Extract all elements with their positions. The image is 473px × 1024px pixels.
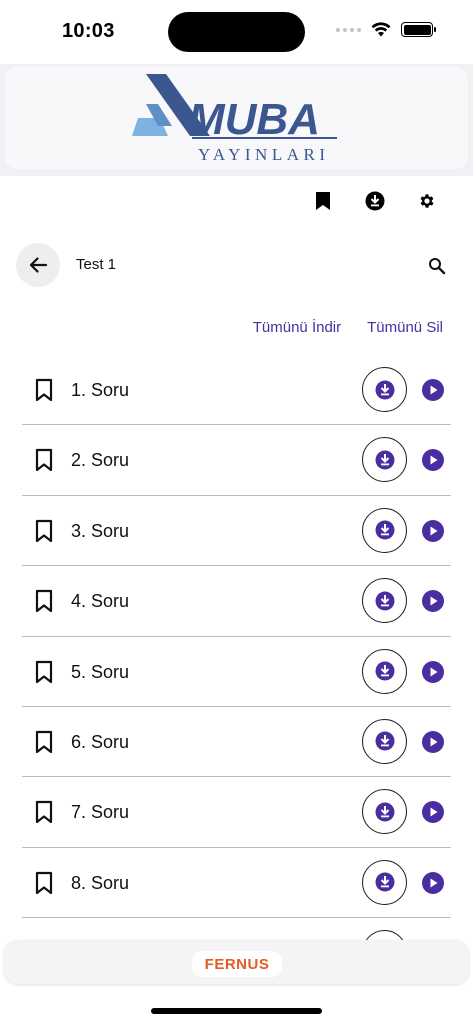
download-icon (375, 520, 394, 540)
question-label: 4. Soru (71, 591, 130, 612)
logo-text: MUBA (188, 95, 320, 144)
play-icon[interactable] (422, 379, 444, 401)
bookmark-outline-icon[interactable] (32, 729, 56, 755)
play-icon[interactable] (422, 590, 444, 613)
download-button[interactable] (362, 718, 407, 764)
question-label: 3. Soru (71, 520, 130, 541)
settings-icon (420, 194, 434, 208)
question-label: 7. Soru (71, 802, 130, 823)
bookmark-outline-icon[interactable] (32, 588, 56, 614)
list-item[interactable]: 4. Soru (22, 566, 451, 637)
toolbar (297, 186, 453, 216)
battery-icon (401, 22, 436, 37)
question-label: 2. Soru (71, 450, 130, 471)
bookmark-outline-icon[interactable] (32, 518, 56, 544)
cellular-signal-icon (336, 27, 361, 32)
play-icon[interactable] (422, 519, 444, 542)
download-button[interactable] (362, 648, 407, 694)
settings-button[interactable] (401, 186, 453, 216)
logo-subtitle: YAYINLARI (198, 145, 330, 164)
downloads-button[interactable] (349, 186, 401, 216)
bulk-actions: Tümünü İndir Tümünü Sil (253, 319, 443, 336)
bookmark-outline-icon[interactable] (32, 447, 56, 473)
bookmark-outline-icon[interactable] (32, 377, 56, 403)
list-item[interactable]: 8. Soru (22, 848, 451, 919)
arrow-left-icon (29, 257, 48, 273)
bookmark-outline-icon[interactable] (32, 870, 56, 896)
download-icon (375, 731, 394, 751)
status-bar: 10:03 (0, 0, 473, 62)
download-button[interactable] (362, 367, 407, 412)
bookmarks-button[interactable] (297, 186, 349, 216)
play-icon[interactable] (422, 801, 444, 824)
question-list: 1. Soru 2. Soru 3. Soru 4. Soru 5. Soru … (22, 355, 451, 919)
question-label: 6. Soru (71, 731, 130, 752)
status-icons (336, 22, 436, 37)
download-icon (375, 872, 394, 892)
download-button[interactable] (362, 578, 407, 624)
muba-logo: MUBA YAYINLARI (132, 74, 337, 164)
home-indicator (151, 1008, 322, 1014)
list-item[interactable]: 5. Soru (22, 637, 451, 707)
list-item[interactable]: 1. Soru (22, 355, 451, 426)
download-button[interactable] (362, 507, 407, 553)
download-all-link[interactable]: Tümünü İndir (253, 319, 341, 336)
download-icon (375, 591, 394, 611)
download-icon (375, 380, 394, 399)
download-button[interactable] (362, 437, 407, 483)
question-label: 5. Soru (71, 661, 130, 682)
bookmark-icon (316, 192, 330, 210)
fernus-logo[interactable]: FERNUS (192, 951, 282, 977)
play-icon[interactable] (422, 449, 444, 472)
play-icon[interactable] (422, 660, 444, 683)
dynamic-island (168, 12, 305, 52)
bookmark-outline-icon[interactable] (32, 659, 56, 685)
download-icon (365, 191, 385, 211)
status-time: 10:03 (62, 20, 115, 42)
question-label: 1. Soru (71, 380, 130, 400)
list-item[interactable]: 2. Soru (22, 425, 451, 496)
download-icon (375, 661, 394, 681)
question-label: 8. Soru (71, 872, 130, 893)
delete-all-link[interactable]: Tümünü Sil (367, 319, 443, 336)
search-button[interactable] (423, 252, 451, 280)
bookmark-outline-icon[interactable] (32, 799, 56, 825)
play-icon[interactable] (422, 730, 444, 753)
page-title: Test 1 (76, 256, 117, 273)
list-item[interactable]: 6. Soru (22, 707, 451, 778)
download-icon (375, 802, 394, 822)
download-button[interactable] (362, 859, 407, 905)
back-button[interactable] (16, 243, 60, 287)
play-icon[interactable] (422, 871, 444, 894)
list-item[interactable]: 7. Soru (22, 777, 451, 848)
wifi-icon (371, 22, 391, 37)
search-icon (429, 258, 446, 275)
download-button[interactable] (362, 789, 407, 835)
download-icon (375, 450, 394, 470)
list-item[interactable]: 3. Soru (22, 496, 451, 567)
